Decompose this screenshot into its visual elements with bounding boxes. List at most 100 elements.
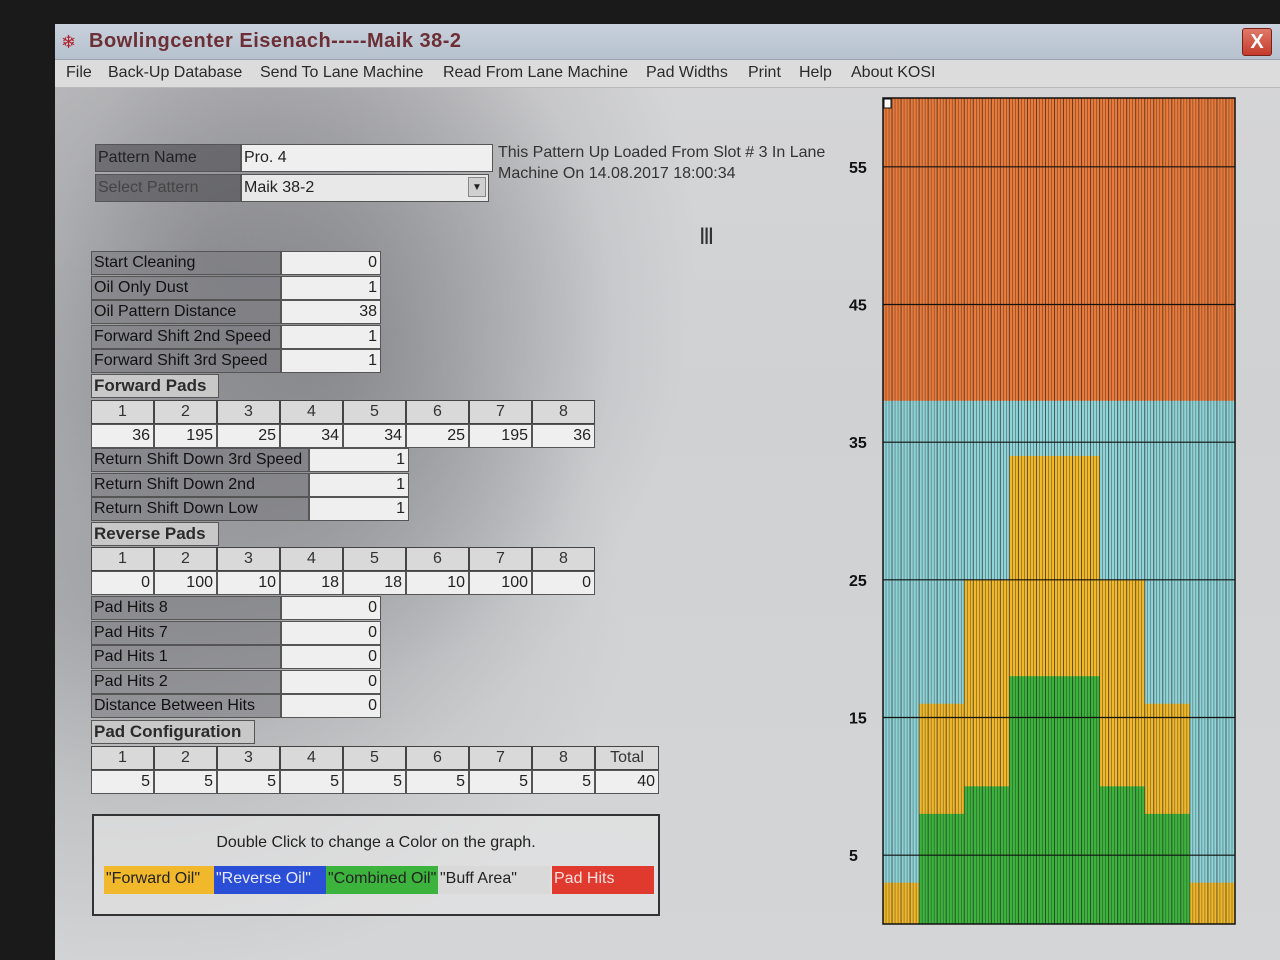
pad_config-header: Total — [595, 746, 659, 770]
pad_config-value[interactable]: 5 — [91, 770, 154, 794]
menu-about[interactable]: About KOSI — [851, 64, 936, 82]
color-legend: Double Click to change a Color on the gr… — [92, 814, 660, 916]
text-cursor-icon: Ⅲ — [699, 224, 715, 249]
menu-read-from-lane-machine[interactable]: Read From Lane Machine — [443, 64, 628, 82]
oil-pattern-chart-svg[interactable]: 55 45 35 25 15 5 — [845, 94, 1275, 960]
pad_config-value[interactable]: 5 — [280, 770, 343, 794]
reverse_pads-header: 3 — [217, 547, 280, 571]
select-pattern-dropdown[interactable]: Maik 38-2 ▼ — [241, 174, 489, 202]
forward_pads-value[interactable]: 36 — [532, 424, 595, 448]
pattern-name-input[interactable]: Pro. 4 — [241, 144, 493, 172]
forward_pads-value[interactable]: 25 — [217, 424, 280, 448]
reverse_pads-header: 2 — [154, 547, 217, 571]
pad_config-value[interactable]: 5 — [532, 770, 595, 794]
y-tick-label: 45 — [849, 298, 867, 315]
forward_pads-header: 7 — [469, 400, 532, 424]
menu-help[interactable]: Help — [799, 64, 832, 82]
reverse_pads-header: 6 — [406, 547, 469, 571]
forward_pads-value[interactable]: 36 — [91, 424, 154, 448]
pad_config-value[interactable]: 5 — [154, 770, 217, 794]
return_shift-value[interactable]: 1 — [309, 472, 409, 497]
forward-oil-bar — [1189, 882, 1235, 924]
pad_hits-value[interactable]: 0 — [281, 669, 381, 694]
legend-forward-oil[interactable]: "Forward Oil" — [104, 866, 214, 894]
reverse_pads-header: 4 — [280, 547, 343, 571]
app-logo-icon: ❄ — [61, 32, 77, 52]
pattern-name-label: Pattern Name — [95, 144, 241, 172]
legend-reverse-oil[interactable]: "Reverse Oil" — [214, 866, 326, 894]
pad_hits-value[interactable]: 0 — [281, 694, 381, 719]
reverse_pads-value[interactable]: 100 — [154, 571, 217, 595]
forward_pads-value[interactable]: 195 — [469, 424, 532, 448]
oil-pattern-graph[interactable]: 55 45 35 25 15 5 — [845, 94, 1275, 960]
menu-send-to-lane-machine[interactable]: Send To Lane Machine — [260, 64, 423, 82]
legend-buff-area[interactable]: "Buff Area" — [438, 866, 550, 894]
forward_pads-header: 2 — [154, 400, 217, 424]
return_shift-value[interactable]: 1 — [309, 448, 409, 472]
forward_pads-value[interactable]: 34 — [343, 424, 406, 448]
forward_pads-value[interactable]: 195 — [154, 424, 217, 448]
pad_hits-value[interactable]: 0 — [281, 645, 381, 670]
y-tick-label: 55 — [849, 160, 867, 177]
legend-pad-hits[interactable]: Pad Hits — [552, 866, 654, 894]
pad_config-header: 4 — [280, 746, 343, 770]
legend-combined-oil[interactable]: "Combined Oil" — [326, 866, 438, 894]
return_shift-value[interactable]: 1 — [309, 497, 409, 522]
reverse_pads-value[interactable]: 0 — [532, 571, 595, 595]
forward_pads-header: 8 — [532, 400, 595, 424]
settings-label: Oil Pattern Distance — [91, 300, 281, 325]
forward_pads-value[interactable]: 34 — [280, 424, 343, 448]
pad_config-value[interactable]: 5 — [343, 770, 406, 794]
reverse_pads-value[interactable]: 18 — [280, 571, 343, 595]
reverse_pads-value[interactable]: 0 — [91, 571, 154, 595]
reverse_pads-value[interactable]: 10 — [217, 571, 280, 595]
settings-label: Oil Only Dust — [91, 275, 281, 300]
reverse_pads-header: 5 — [343, 547, 406, 571]
pad_config-value[interactable]: 40 — [595, 770, 659, 794]
pad_hits-value[interactable]: 0 — [281, 596, 381, 620]
forward_pads-value[interactable]: 25 — [406, 424, 469, 448]
settings-value[interactable]: 1 — [281, 324, 381, 349]
forward_pads-header: 3 — [217, 400, 280, 424]
title-bar[interactable]: ❄ Bowlingcenter Eisenach-----Maik 38-2 X — [55, 24, 1280, 60]
pad_config-value[interactable]: 5 — [469, 770, 532, 794]
chevron-down-icon[interactable]: ▼ — [468, 177, 486, 197]
reverse_pads-value[interactable]: 18 — [343, 571, 406, 595]
pad_config-header: 8 — [532, 746, 595, 770]
pad_hits-label: Pad Hits 2 — [91, 669, 281, 694]
window-title: Bowlingcenter Eisenach-----Maik 38-2 — [89, 30, 462, 52]
forward_pads-header: 5 — [343, 400, 406, 424]
settings-value[interactable]: 1 — [281, 349, 381, 374]
select-pattern-value: Maik 38-2 — [244, 179, 315, 196]
pad_hits-label: Pad Hits 7 — [91, 620, 281, 645]
forward-pads-title: Forward Pads — [91, 374, 219, 398]
pad_hits-label: Pad Hits 1 — [91, 645, 281, 670]
pad_hits-value[interactable]: 0 — [281, 620, 381, 645]
return_shift-label: Return Shift Down 3rd Speed — [91, 448, 309, 472]
menu-pad-widths[interactable]: Pad Widths — [646, 64, 728, 82]
upper-lane-region — [883, 98, 1235, 401]
combined-oil-bar — [919, 813, 965, 924]
reverse_pads-value[interactable]: 10 — [406, 571, 469, 595]
settings-value[interactable]: 0 — [281, 251, 381, 275]
menu-backup-database[interactable]: Back-Up Database — [108, 64, 242, 82]
reverse-pads-title: Reverse Pads — [91, 522, 219, 546]
menu-print[interactable]: Print — [748, 64, 781, 82]
pad_config-header: 3 — [217, 746, 280, 770]
forward_pads-header: 1 — [91, 400, 154, 424]
reverse_pads-value[interactable]: 100 — [469, 571, 532, 595]
pad-configuration-title: Pad Configuration — [91, 720, 255, 744]
pad_config-value[interactable]: 5 — [217, 770, 280, 794]
settings-value[interactable]: 38 — [281, 300, 381, 325]
select-pattern-label: Select Pattern — [95, 174, 241, 202]
forward_pads-header: 6 — [406, 400, 469, 424]
settings-value[interactable]: 1 — [281, 275, 381, 300]
forward_pads-header: 4 — [280, 400, 343, 424]
close-button[interactable]: X — [1242, 28, 1272, 56]
pad_config-header: 1 — [91, 746, 154, 770]
y-tick-label: 35 — [849, 435, 867, 452]
pad_config-header: 6 — [406, 746, 469, 770]
pad_config-value[interactable]: 5 — [406, 770, 469, 794]
pad_config-header: 2 — [154, 746, 217, 770]
menu-file[interactable]: File — [66, 64, 92, 82]
